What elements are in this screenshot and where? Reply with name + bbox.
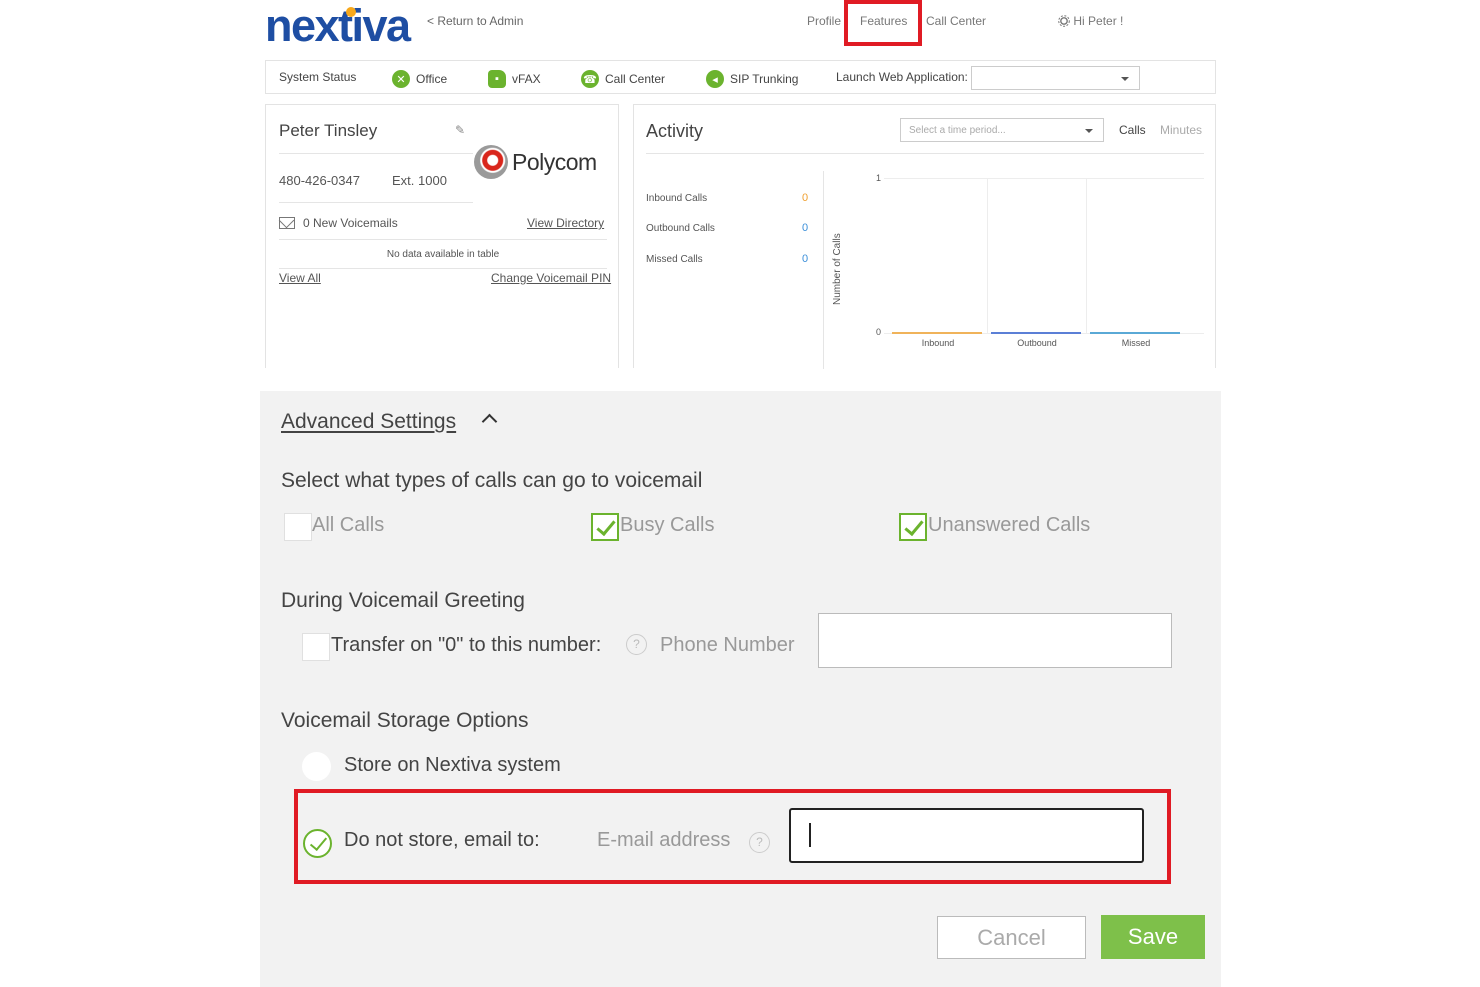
save-button[interactable]: Save [1101, 915, 1205, 959]
busy-calls-label: Busy Calls [620, 514, 715, 536]
change-voicemail-pin-link[interactable]: Change Voicemail PIN [491, 271, 611, 285]
call-center-link[interactable]: ☎ Call Center [581, 70, 665, 88]
view-directory-link[interactable]: View Directory [527, 216, 604, 230]
system-status-link[interactable]: System Status [279, 70, 356, 84]
all-calls-label: All Calls [312, 514, 385, 536]
activity-panel: Activity Select a time period... Calls M… [633, 104, 1216, 369]
unanswered-calls-checkbox[interactable] [899, 513, 927, 541]
bar-inbound [892, 332, 982, 334]
divider [646, 153, 1204, 154]
voicemail-greeting-heading: During Voicemail Greeting [281, 589, 525, 612]
return-to-admin-link[interactable]: < Return to Admin [427, 14, 523, 28]
user-greeting: Hi Peter ! [1073, 14, 1124, 28]
busy-calls-checkbox[interactable] [591, 513, 619, 541]
profile-name: Peter Tinsley [279, 121, 378, 140]
sip-icon: ◂ [706, 70, 724, 88]
chevron-down-icon [1121, 77, 1129, 81]
advanced-settings-section: Advanced Settings Select what types of c… [260, 391, 1221, 987]
time-period-select[interactable]: Select a time period... [900, 118, 1104, 142]
divider [279, 153, 473, 154]
polycom-logo: Polycom [474, 145, 597, 179]
extension: Ext. 1000 [392, 173, 447, 188]
inbound-calls-value: 0 [802, 192, 809, 204]
launch-web-app-select[interactable] [971, 66, 1140, 90]
activity-title: Activity [646, 121, 704, 141]
transfer-label: Transfer on "0" to this number: [331, 634, 602, 656]
storage-options-heading: Voicemail Storage Options [281, 709, 529, 732]
gear-icon [1058, 15, 1070, 27]
phone-icon: ☎ [581, 70, 599, 88]
grid-line [987, 178, 988, 333]
bar-outbound [991, 332, 1081, 334]
user-menu[interactable]: Hi Peter ! [1058, 14, 1123, 28]
help-icon[interactable]: ? [749, 832, 770, 853]
email-only-radio[interactable] [303, 829, 332, 858]
inbound-calls-label: Inbound Calls [646, 193, 708, 204]
unanswered-calls-label: Unanswered Calls [928, 514, 1091, 536]
features-highlight-box [844, 0, 922, 46]
phone-number-label: Phone Number [660, 634, 795, 656]
nextiva-logo[interactable]: nextiva [265, 3, 411, 48]
vfax-link[interactable]: ▪ vFAX [488, 70, 541, 88]
no-data-message: No data available in table [386, 249, 500, 260]
launch-web-app-label: Launch Web Application: [836, 70, 968, 84]
y-tick-1: 1 [876, 173, 882, 183]
view-all-link[interactable]: View All [279, 271, 321, 285]
tab-calls[interactable]: Calls [1119, 123, 1146, 137]
logo-dot [346, 7, 356, 17]
sip-trunking-link[interactable]: ◂ SIP Trunking [706, 70, 798, 88]
email-only-label: Do not store, email to: [344, 829, 540, 851]
divider [279, 268, 607, 269]
phone-number-input[interactable] [818, 613, 1172, 668]
transfer-checkbox[interactable] [302, 633, 330, 661]
cancel-button[interactable]: Cancel [937, 916, 1086, 959]
office-link[interactable]: ✕ Office [392, 70, 447, 88]
email-address-input[interactable] [789, 808, 1144, 863]
divider [279, 202, 473, 203]
nav-call-center[interactable]: Call Center [926, 14, 986, 28]
x-tick-inbound: Inbound [921, 338, 955, 348]
grid-line [884, 178, 1204, 179]
chevron-down-icon [1085, 129, 1093, 133]
grid-line [1086, 178, 1087, 333]
service-toolbar: System Status ✕ Office ▪ vFAX ☎ Call Cen… [265, 60, 1216, 94]
outbound-calls-label: Outbound Calls [646, 223, 715, 234]
all-calls-checkbox[interactable] [284, 513, 312, 541]
x-tick-missed: Missed [1121, 338, 1151, 348]
edit-pencil-icon[interactable]: ✎ [455, 123, 465, 137]
envelope-icon [279, 217, 295, 229]
phone-number: 480-426-0347 [279, 173, 360, 188]
new-voicemails[interactable]: 0 New Voicemails [279, 216, 398, 230]
help-icon[interactable]: ? [626, 634, 647, 655]
advanced-settings-toggle[interactable]: Advanced Settings [281, 410, 456, 434]
chart-y-axis-label: Number of Calls [832, 233, 843, 305]
bar-missed [1090, 332, 1180, 334]
vfax-icon: ▪ [488, 70, 506, 88]
divider [823, 171, 824, 369]
chevron-up-icon[interactable] [481, 413, 498, 430]
voicemail-types-heading: Select what types of calls can go to voi… [281, 469, 703, 492]
tab-minutes[interactable]: Minutes [1160, 123, 1202, 137]
office-icon: ✕ [392, 70, 410, 88]
divider [279, 239, 607, 240]
polycom-mark-icon [474, 145, 508, 179]
missed-calls-value: 0 [802, 253, 809, 265]
email-address-label: E-mail address [597, 829, 731, 851]
outbound-calls-value: 0 [802, 222, 809, 234]
y-tick-0: 0 [876, 327, 882, 337]
nav-profile[interactable]: Profile [807, 14, 841, 28]
profile-panel: Peter Tinsley ✎ 480-426-0347 Ext. 1000 P… [265, 104, 619, 368]
missed-calls-label: Missed Calls [646, 254, 703, 265]
x-tick-outbound: Outbound [1017, 338, 1057, 348]
store-on-nextiva-label: Store on Nextiva system [344, 754, 561, 776]
store-on-nextiva-radio[interactable] [302, 752, 331, 781]
text-cursor [809, 823, 811, 847]
